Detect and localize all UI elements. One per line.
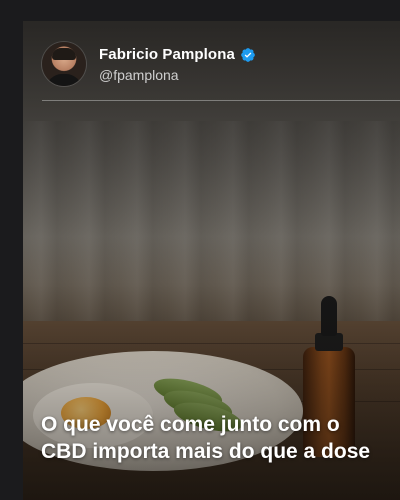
- post-header: Fabricio Pamplona @fpamplona: [23, 21, 400, 101]
- header-divider: [42, 100, 400, 101]
- author-name[interactable]: Fabricio Pamplona: [99, 46, 235, 63]
- verified-badge-icon: [240, 47, 256, 63]
- author-handle[interactable]: @fpamplona: [99, 67, 179, 83]
- avatar[interactable]: [42, 42, 86, 86]
- post-headline: O que você come junto com o CBD importa …: [41, 413, 371, 463]
- avatar-shirt: [46, 74, 82, 86]
- avatar-hair: [52, 48, 76, 60]
- post-card[interactable]: Fabricio Pamplona @fpamplona O que você …: [23, 21, 400, 500]
- author-name-row: Fabricio Pamplona: [99, 46, 256, 63]
